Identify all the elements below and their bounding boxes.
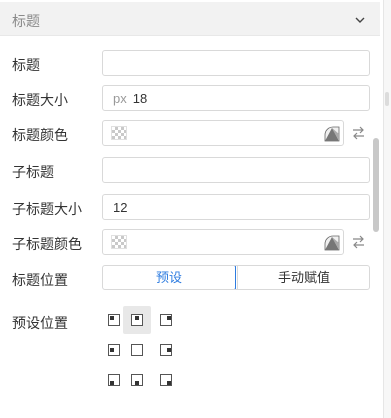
title-color-label: 标题颜色 xyxy=(12,127,68,143)
subtitle-label: 子标题 xyxy=(12,164,54,180)
position-top-right[interactable] xyxy=(152,306,180,334)
preset-position-label: 预设位置 xyxy=(12,315,68,331)
swap-icon[interactable] xyxy=(350,234,367,250)
subtitle-size-label: 子标题大小 xyxy=(12,201,82,217)
position-top-center[interactable] xyxy=(123,306,151,334)
anchor-dot xyxy=(110,316,114,320)
subtitle-color-label: 子标题颜色 xyxy=(12,236,82,252)
position-middle-right[interactable] xyxy=(152,336,180,364)
palette-icon[interactable] xyxy=(323,125,341,142)
title-size-value: 18 xyxy=(132,91,148,106)
title-label: 标题 xyxy=(12,57,40,73)
preset-position-grid xyxy=(100,306,180,396)
title-position-label: 标题位置 xyxy=(12,272,68,288)
transparent-swatch xyxy=(111,235,127,249)
scrollbar-thumb[interactable] xyxy=(373,138,379,232)
title-size-label: 标题大小 xyxy=(12,92,68,108)
anchor-dot xyxy=(167,381,171,385)
title-size-input[interactable]: px 18 xyxy=(102,85,370,111)
subtitle-size-row: 子标题大小 12 xyxy=(0,194,384,220)
position-bottom-right[interactable] xyxy=(152,366,180,394)
app-frame: 标题 标题 标题大小 px 18 标题颜色 子标题 子标题大小 12 子标题颜色… xyxy=(0,0,391,418)
anchor-dot xyxy=(110,381,114,385)
anchor-dot xyxy=(167,348,171,352)
position-middle-center[interactable] xyxy=(123,336,151,364)
position-bottom-center[interactable] xyxy=(123,366,151,394)
title-color-picker[interactable] xyxy=(102,120,344,146)
subtitle-row: 子标题 xyxy=(0,157,384,183)
preset-position-row: 预设位置 xyxy=(0,308,384,334)
title-size-unit: px xyxy=(113,91,127,106)
transparent-swatch xyxy=(111,126,127,140)
title-position-row: 标题位置 预设 手动赋值 xyxy=(0,265,384,291)
anchor-dot xyxy=(135,381,139,385)
section-title: 标题 xyxy=(12,13,40,29)
preset-option-button[interactable]: 预设 xyxy=(103,266,236,289)
title-size-row: 标题大小 px 18 xyxy=(0,85,384,111)
anchor-dot xyxy=(167,316,171,320)
subtitle-size-value: 12 xyxy=(113,200,128,215)
swap-icon[interactable] xyxy=(350,125,367,141)
palette-icon[interactable] xyxy=(323,234,341,251)
title-position-toggle: 预设 手动赋值 xyxy=(102,265,370,290)
title-row: 标题 xyxy=(0,50,384,76)
subtitle-color-row: 子标题颜色 xyxy=(0,229,384,255)
anchor-dot xyxy=(110,348,114,352)
subtitle-input[interactable] xyxy=(102,157,370,183)
subtitle-size-input[interactable]: 12 xyxy=(102,194,370,220)
title-input[interactable] xyxy=(102,50,370,76)
manual-option-button[interactable]: 手动赋值 xyxy=(237,266,369,289)
properties-panel: 标题 标题 标题大小 px 18 标题颜色 子标题 子标题大小 12 子标题颜色… xyxy=(0,0,384,418)
outer-scroll-handle[interactable] xyxy=(385,92,389,106)
chevron-down-icon[interactable] xyxy=(354,14,366,26)
section-header-title[interactable]: 标题 xyxy=(0,2,380,36)
subtitle-color-picker[interactable] xyxy=(102,229,344,255)
anchor-dot xyxy=(135,316,139,320)
title-color-row: 标题颜色 xyxy=(0,120,384,146)
